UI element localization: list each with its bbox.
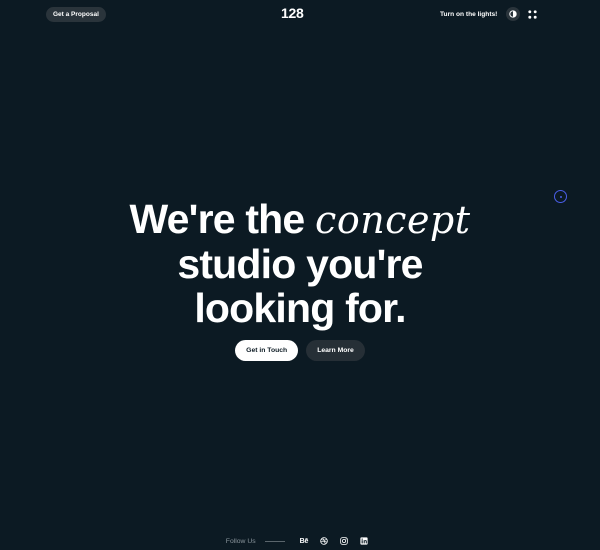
lights-toggle-label[interactable]: Turn on the lights! <box>440 7 497 22</box>
dribbble-icon[interactable] <box>320 537 328 545</box>
cta-row: Get in Touch Learn More <box>0 340 600 361</box>
get-proposal-button[interactable]: Get a Proposal <box>46 7 106 22</box>
menu-button[interactable] <box>525 7 539 21</box>
grid-dots-icon <box>527 9 537 19</box>
hero-line-2: studio you're <box>177 241 423 287</box>
learn-more-button[interactable]: Learn More <box>306 340 365 361</box>
site-logo[interactable]: 128 <box>281 5 304 21</box>
hero-line-1: We're the concept <box>0 197 600 242</box>
follow-divider <box>264 540 285 542</box>
hero-line-1-prefix: We're the <box>129 196 305 242</box>
linkedin-icon[interactable] <box>360 537 368 545</box>
theme-toggle-button[interactable] <box>506 7 520 21</box>
hero-line-3: looking for. <box>194 285 406 331</box>
behance-icon[interactable]: Bē <box>300 538 309 545</box>
site-header: Get a Proposal 128 Turn on the lights! <box>0 0 600 30</box>
get-in-touch-button[interactable]: Get in Touch <box>235 340 299 361</box>
hero-accent-word: concept <box>315 198 471 242</box>
social-footer: Follow Us Bē <box>0 534 600 548</box>
instagram-icon[interactable] <box>340 537 348 545</box>
contrast-icon <box>509 10 517 18</box>
follow-us-label: Follow Us <box>225 537 256 545</box>
hero-heading: We're the concept studio you're looking … <box>0 197 600 330</box>
